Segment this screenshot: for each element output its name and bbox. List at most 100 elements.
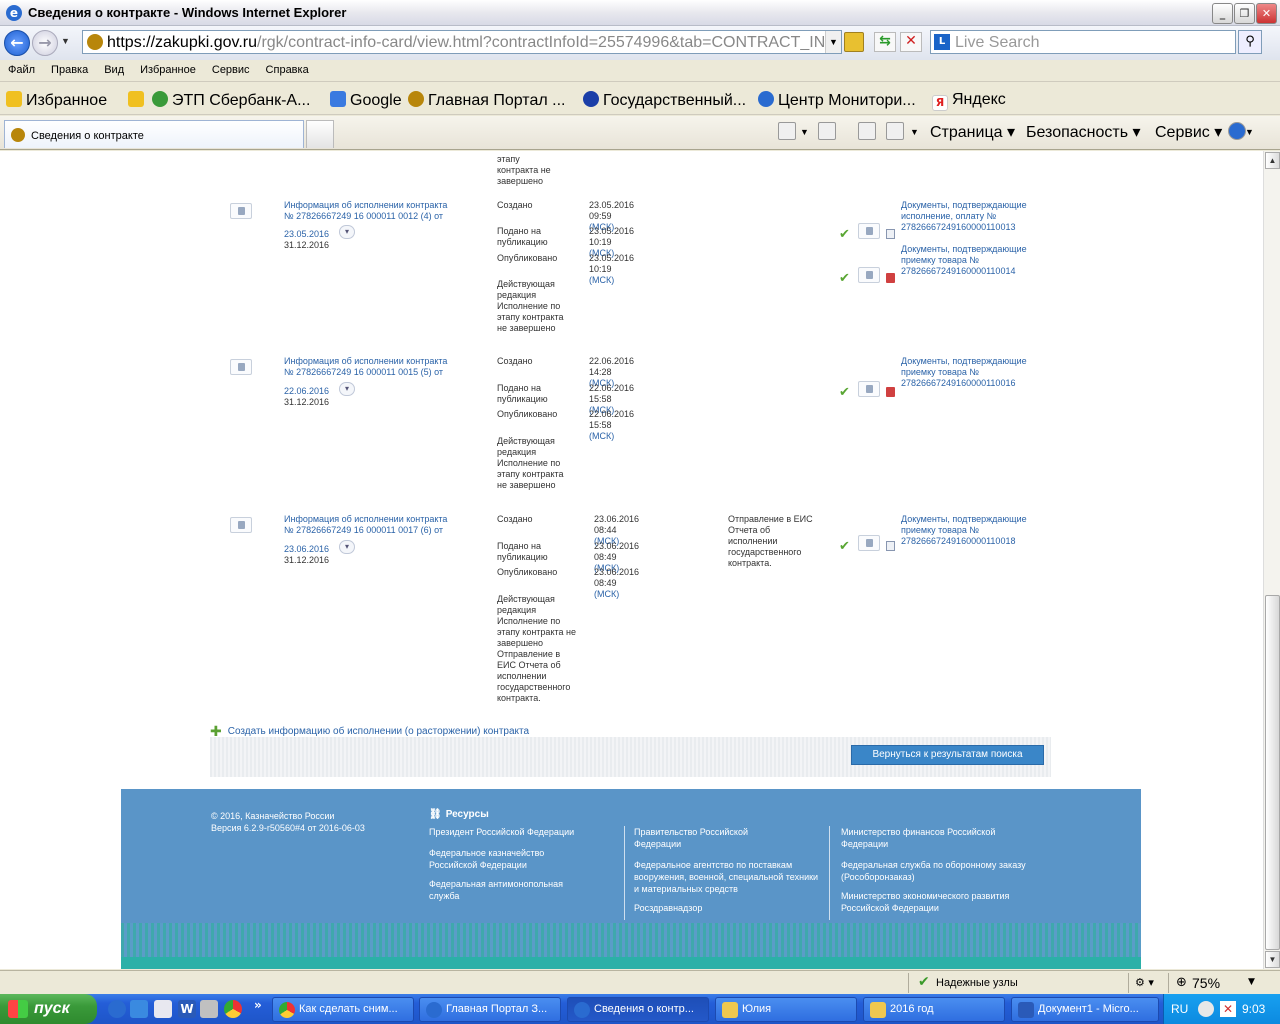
zoom-dropdown-icon[interactable]: ▼ [1248, 977, 1255, 987]
quicklaunch-overflow-icon[interactable]: » [254, 998, 262, 1012]
chrome-quicklaunch-icon[interactable] [224, 1000, 242, 1018]
add-favorite-icon[interactable] [128, 91, 148, 110]
help-icon[interactable] [1228, 122, 1246, 140]
document-icon[interactable] [858, 535, 880, 551]
favorites-button[interactable]: Избранное [6, 91, 107, 110]
close-button[interactable]: ✕ [1256, 3, 1277, 24]
minimize-button[interactable]: _ [1212, 3, 1233, 24]
footer-link[interactable]: Министерство финансов Российской Федерац… [841, 826, 1031, 850]
fav-link-yandex[interactable]: Я Яндекс [932, 91, 1006, 111]
document-icon[interactable] [230, 359, 252, 375]
feeds-icon[interactable] [818, 122, 836, 140]
taskbar-button-active[interactable]: Сведения о контр... [567, 997, 709, 1022]
refresh-button[interactable]: ⇆ [874, 32, 896, 52]
document-icon[interactable] [858, 381, 880, 397]
print-dropdown-icon[interactable]: ▼ [910, 127, 919, 137]
home-icon[interactable] [778, 122, 796, 140]
address-bar[interactable]: https://zakupki.gov.ru/rgk/contract-info… [82, 30, 842, 54]
start-button[interactable]: пуск [0, 994, 97, 1024]
security-menu[interactable]: Безопасность ▾ [1026, 122, 1141, 142]
menu-file[interactable]: Файл [0, 60, 43, 76]
footer-link[interactable]: Правительство Российской Федерации [634, 826, 784, 850]
zoom-icon[interactable]: ⊕ [1176, 975, 1187, 990]
execution-info-link[interactable]: Информация об исполнении контракта № 278… [284, 356, 484, 378]
footer-link[interactable]: Федеральное казначейство Российской Феде… [429, 847, 579, 871]
tools-menu[interactable]: Сервис ▾ [1155, 122, 1222, 142]
history-dropdown-icon[interactable]: ▼ [61, 36, 70, 46]
execution-date[interactable]: 22.06.2016 [284, 386, 329, 397]
back-button[interactable]: ← [4, 30, 30, 56]
security-zone[interactable]: Надежные узлы [936, 977, 1018, 989]
taskbar-button[interactable]: Как сделать сним... [272, 997, 414, 1022]
scroll-thumb[interactable] [1265, 595, 1280, 950]
pdf-icon[interactable] [886, 387, 895, 397]
return-to-results-button[interactable]: Вернуться к результатам поиска [851, 745, 1044, 765]
fav-link-monitoring[interactable]: Центр Монитори... [758, 91, 916, 110]
app-quicklaunch-icon[interactable] [130, 1000, 148, 1018]
expand-chevron-icon[interactable]: ▾ [339, 382, 355, 396]
taskbar-button[interactable]: Юлия [715, 997, 857, 1022]
footer-link[interactable]: Федеральное агентство по поставкам воору… [634, 859, 824, 895]
document-icon[interactable] [858, 267, 880, 283]
fav-link-gov[interactable]: Государственный... [583, 91, 746, 110]
pdf-icon[interactable] [886, 273, 895, 283]
fav-link-sberbank[interactable]: ЭТП Сбербанк-А... [152, 91, 310, 110]
scroll-up-icon[interactable]: ▲ [1265, 152, 1280, 169]
supporting-docs-link[interactable]: Документы, подтверждающие приемку товара… [901, 244, 1031, 277]
calculator-quicklaunch-icon[interactable] [200, 1000, 218, 1018]
tray-collapse-icon[interactable] [1198, 1001, 1214, 1017]
vertical-scrollbar[interactable]: ▲ ▼ [1263, 151, 1280, 969]
protected-mode-icon[interactable]: ⚙ ▾ [1135, 976, 1154, 989]
scroll-down-icon[interactable]: ▼ [1265, 951, 1280, 968]
zoom-level[interactable]: 75% [1192, 975, 1220, 991]
tab-contract-info[interactable]: Сведения о контракте [4, 120, 304, 148]
fav-link-portal[interactable]: Главная Портал ... [408, 91, 565, 110]
mail-icon[interactable] [858, 122, 876, 140]
expand-chevron-icon[interactable]: ▾ [339, 225, 355, 239]
home-dropdown-icon[interactable]: ▼ [800, 127, 809, 137]
taskbar-button[interactable]: Документ1 - Micro... [1011, 997, 1159, 1022]
menu-view[interactable]: Вид [96, 60, 132, 76]
language-indicator[interactable]: RU [1171, 1002, 1188, 1016]
lock-icon[interactable] [844, 32, 864, 52]
supporting-docs-link[interactable]: Документы, подтверждающие приемку товара… [901, 514, 1031, 547]
execution-info-link[interactable]: Информация об исполнении контракта № 278… [284, 514, 484, 536]
execution-info-link[interactable]: Информация об исполнении контракта № 278… [284, 200, 484, 222]
footer-link[interactable]: Президент Российской Федерации [429, 826, 609, 838]
menu-help[interactable]: Справка [258, 60, 317, 76]
ie-quicklaunch-icon[interactable] [108, 1000, 126, 1018]
expand-chevron-icon[interactable]: ▾ [339, 540, 355, 554]
help-dropdown-icon[interactable]: ▼ [1245, 127, 1254, 137]
stop-button[interactable]: ✕ [900, 32, 922, 52]
search-input[interactable]: Live Search [955, 34, 1040, 52]
forward-button[interactable]: → [32, 30, 58, 56]
address-url[interactable]: https://zakupki.gov.ru/rgk/contract-info… [107, 34, 825, 52]
antivirus-tray-icon[interactable]: ✕ [1220, 1001, 1236, 1017]
file-icon[interactable] [886, 229, 895, 239]
search-box[interactable]: L Live Search [930, 30, 1236, 54]
taskbar-button[interactable]: Главная Портал З... [419, 997, 561, 1022]
file-icon[interactable] [886, 541, 895, 551]
supporting-docs-link[interactable]: Документы, подтверждающие приемку товара… [901, 356, 1031, 389]
document-icon[interactable] [230, 517, 252, 533]
fav-link-google[interactable]: Google [330, 91, 402, 110]
footer-link[interactable]: Федеральная служба по оборонному заказу … [841, 859, 1031, 883]
execution-date[interactable]: 23.05.2016 [284, 229, 329, 240]
address-dropdown-icon[interactable]: ▼ [825, 31, 841, 53]
desktop-quicklaunch-icon[interactable] [154, 1000, 172, 1018]
print-icon[interactable] [886, 122, 904, 140]
footer-link[interactable]: Федеральная антимонопольная служба [429, 878, 589, 902]
menu-tools[interactable]: Сервис [204, 60, 258, 76]
taskbar-button[interactable]: 2016 год [863, 997, 1005, 1022]
menu-favorites[interactable]: Избранное [132, 60, 204, 76]
document-icon[interactable] [858, 223, 880, 239]
execution-date[interactable]: 23.06.2016 [284, 544, 329, 555]
word-quicklaunch-icon[interactable]: W [178, 1000, 196, 1018]
maximize-button[interactable]: ❐ [1234, 3, 1255, 24]
supporting-docs-link[interactable]: Документы, подтверждающие исполнение, оп… [901, 200, 1031, 233]
document-icon[interactable] [230, 203, 252, 219]
menu-edit[interactable]: Правка [43, 60, 96, 76]
page-menu[interactable]: Страница ▾ [930, 122, 1015, 142]
search-button[interactable]: ⚲ [1238, 30, 1262, 54]
new-tab-button[interactable] [306, 120, 334, 148]
